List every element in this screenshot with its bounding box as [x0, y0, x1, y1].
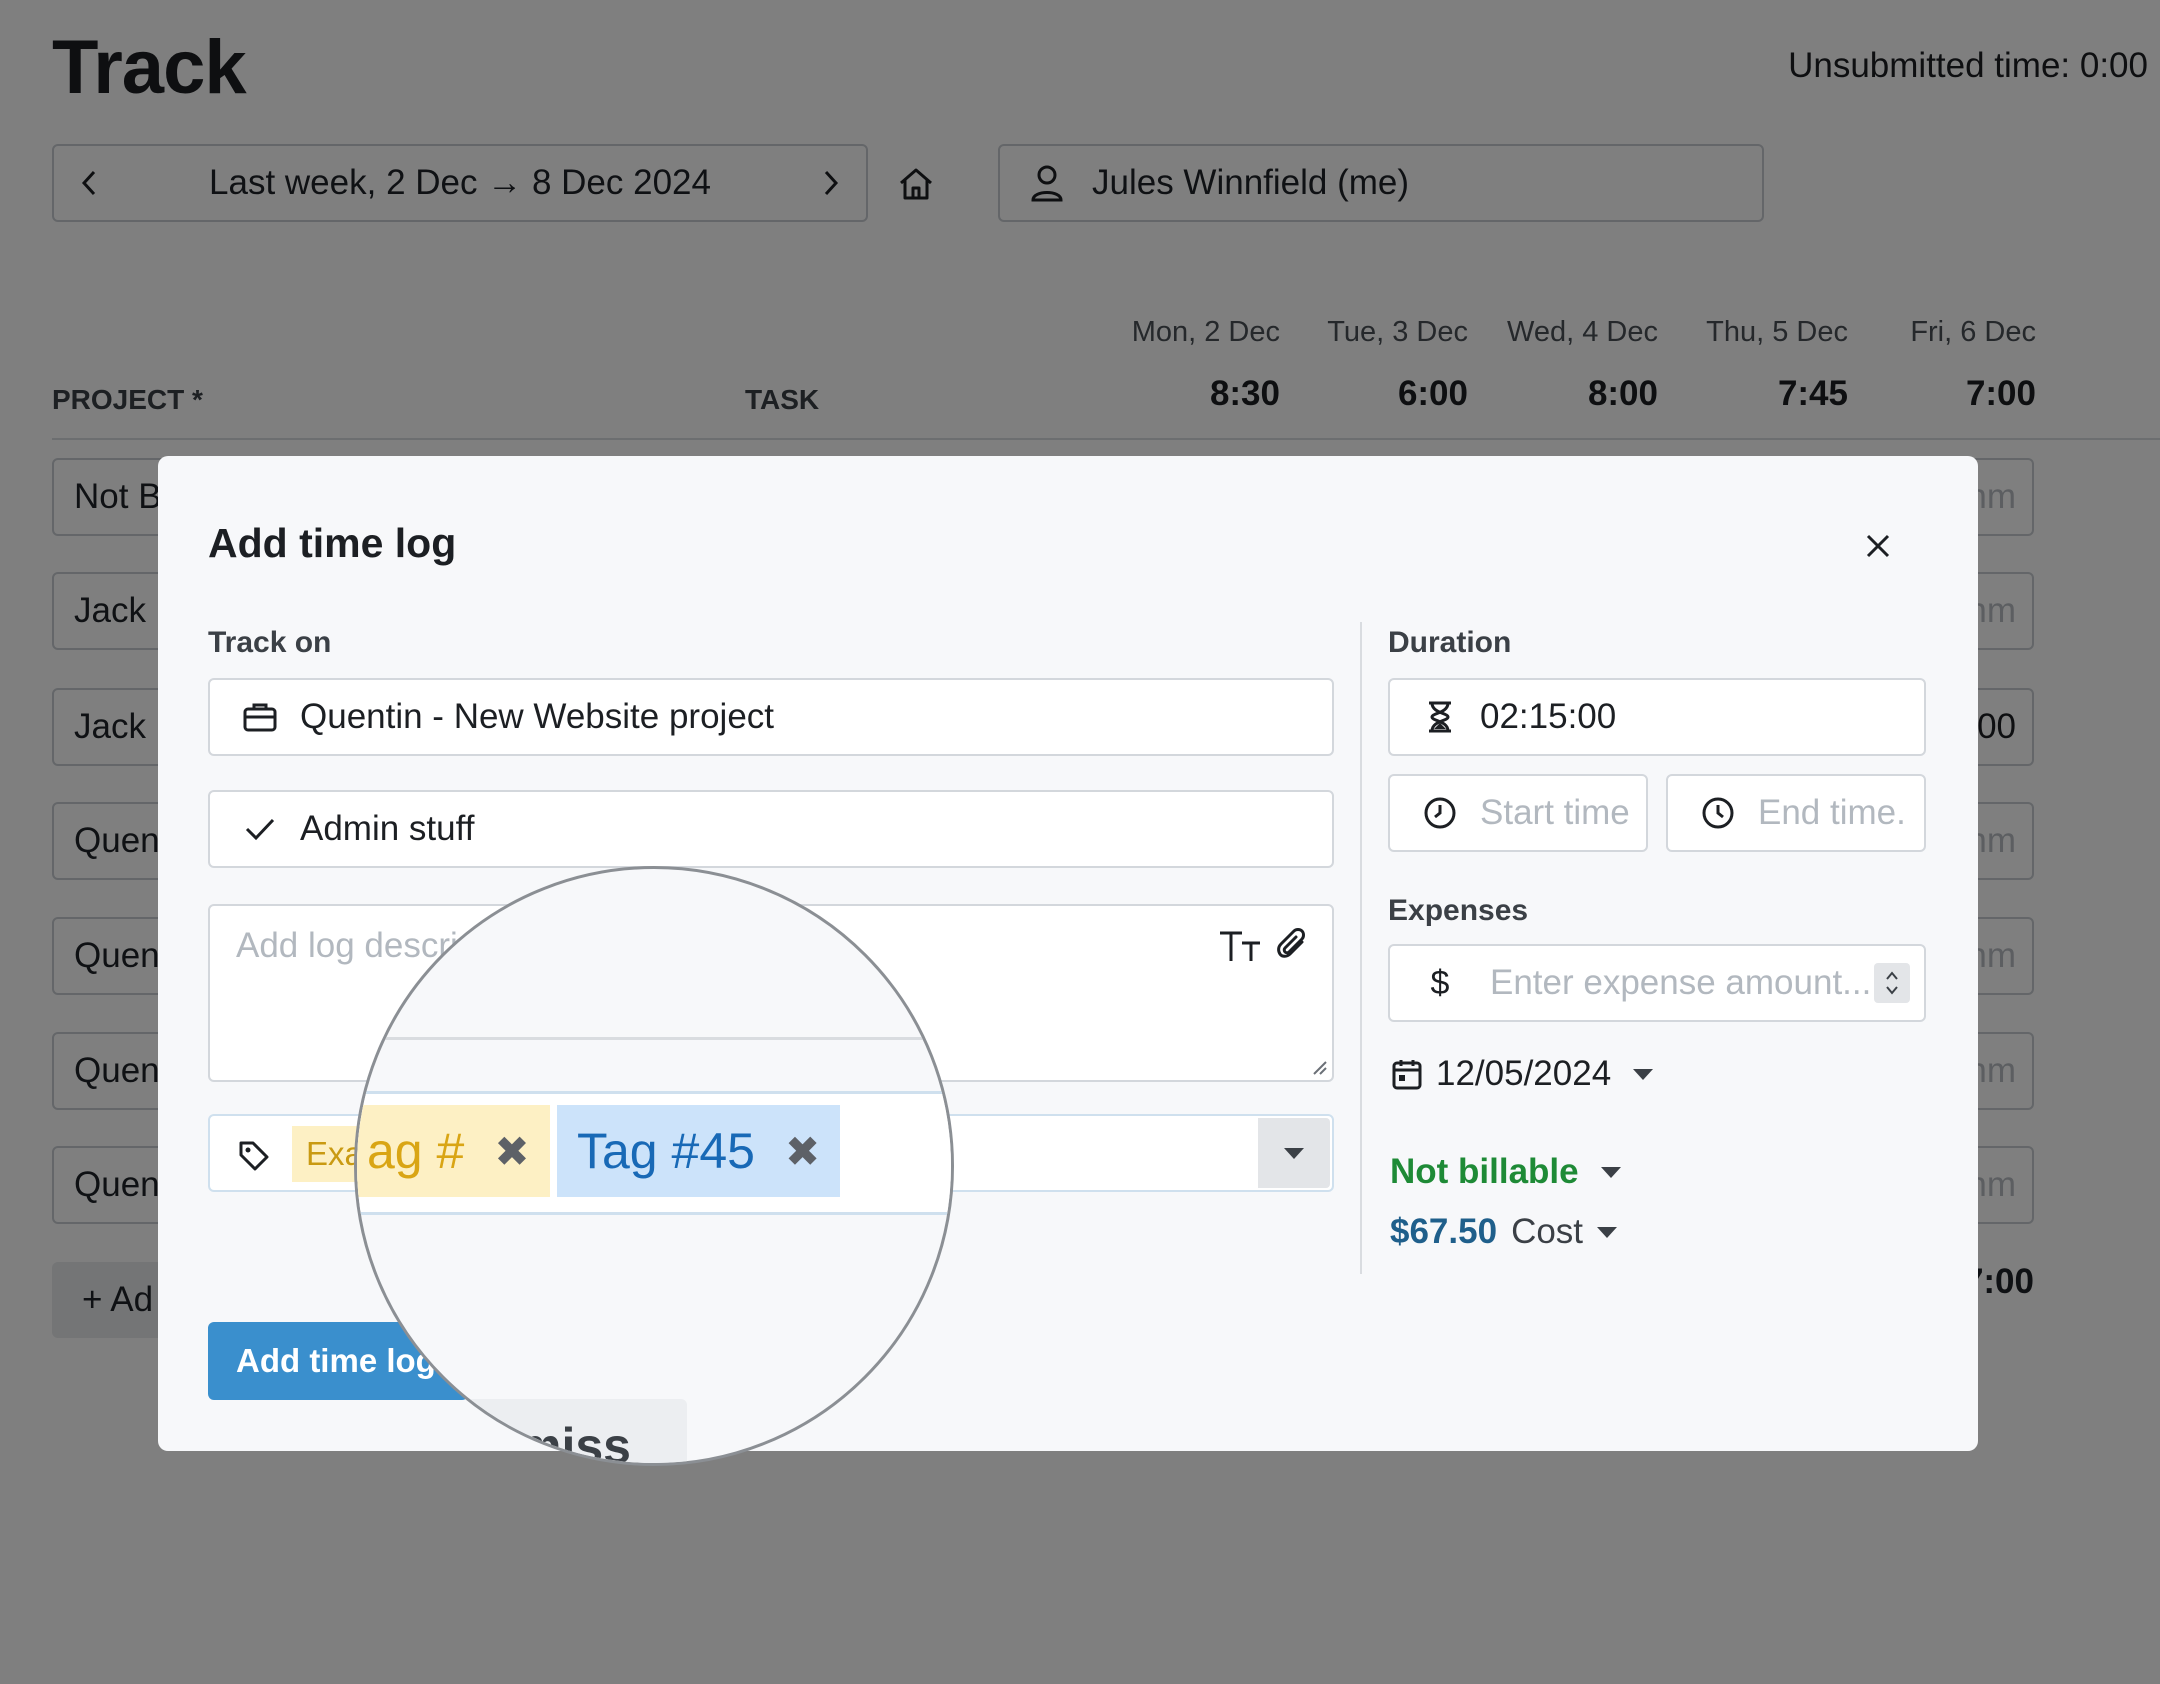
expense-input[interactable]: $ Enter expense amount...	[1388, 944, 1926, 1022]
expenses-label: Expenses	[1388, 894, 1529, 927]
duration-value: 02:15:00	[1480, 697, 1617, 736]
billable-value: Not billable	[1390, 1152, 1579, 1191]
caret-down-icon	[1600, 1166, 1621, 1178]
magnified-tag-chip[interactable]: ag # ✖	[357, 1105, 550, 1197]
remove-tag-icon[interactable]: ✖	[494, 1127, 529, 1176]
tags-dropdown-button[interactable]	[1258, 1118, 1330, 1188]
tag-icon	[239, 1141, 269, 1171]
clock-icon	[1416, 796, 1464, 830]
stepper-icon[interactable]	[1874, 963, 1910, 1003]
calendar-icon	[1392, 1060, 1422, 1090]
text-format-icon[interactable]	[1218, 929, 1262, 963]
start-time-placeholder: Start time	[1480, 793, 1630, 832]
modal-title: Add time log	[208, 520, 457, 566]
project-select[interactable]: Quentin - New Website project	[208, 678, 1334, 756]
start-time-input[interactable]: Start time	[1388, 774, 1648, 852]
date-value: 12/05/2024	[1436, 1054, 1612, 1093]
expense-placeholder: Enter expense amount...	[1490, 963, 1870, 1002]
caret-down-icon	[1633, 1068, 1654, 1080]
billable-select[interactable]: Not billable	[1390, 1152, 1621, 1192]
duration-input[interactable]: 02:15:00	[1388, 678, 1926, 756]
end-time-placeholder: End time.	[1758, 793, 1906, 832]
dollar-icon: $	[1430, 963, 1450, 1002]
duration-label: Duration	[1388, 626, 1512, 659]
cost-select[interactable]: $67.50 Cost	[1390, 1212, 1618, 1252]
close-button[interactable]	[1858, 526, 1898, 566]
briefcase-icon	[236, 702, 284, 732]
paperclip-icon[interactable]	[1276, 928, 1310, 964]
checkmark-icon	[236, 816, 284, 842]
hourglass-icon	[1416, 701, 1464, 733]
description-tools	[1218, 928, 1310, 964]
clock-icon	[1694, 796, 1742, 830]
textarea-edge	[357, 1037, 951, 1040]
magnified-tag-label: Tag #45	[577, 1123, 755, 1179]
end-time-input[interactable]: End time.	[1666, 774, 1926, 852]
column-divider	[1360, 622, 1362, 1274]
magnified-tag-label: ag #	[367, 1123, 465, 1179]
cost-label: Cost	[1511, 1212, 1584, 1251]
magnified-tag-chip[interactable]: Tag #45 ✖	[557, 1105, 841, 1197]
cost-amount: $67.50	[1390, 1212, 1498, 1251]
magnifier-lens: ag # ✖ Tag #45 ✖ miss	[354, 866, 954, 1466]
remove-tag-icon[interactable]: ✖	[785, 1127, 820, 1176]
project-value: Quentin - New Website project	[300, 697, 775, 736]
task-select[interactable]: Admin stuff	[208, 790, 1334, 868]
resize-handle-icon[interactable]	[1310, 1058, 1328, 1076]
caret-down-icon	[1284, 1147, 1304, 1159]
task-value: Admin stuff	[300, 809, 475, 848]
track-on-label: Track on	[208, 626, 332, 659]
dismiss-button[interactable]: miss	[457, 1399, 687, 1463]
caret-down-icon	[1597, 1226, 1618, 1238]
close-icon	[1866, 534, 1890, 558]
date-picker[interactable]: 12/05/2024	[1392, 1054, 1654, 1094]
